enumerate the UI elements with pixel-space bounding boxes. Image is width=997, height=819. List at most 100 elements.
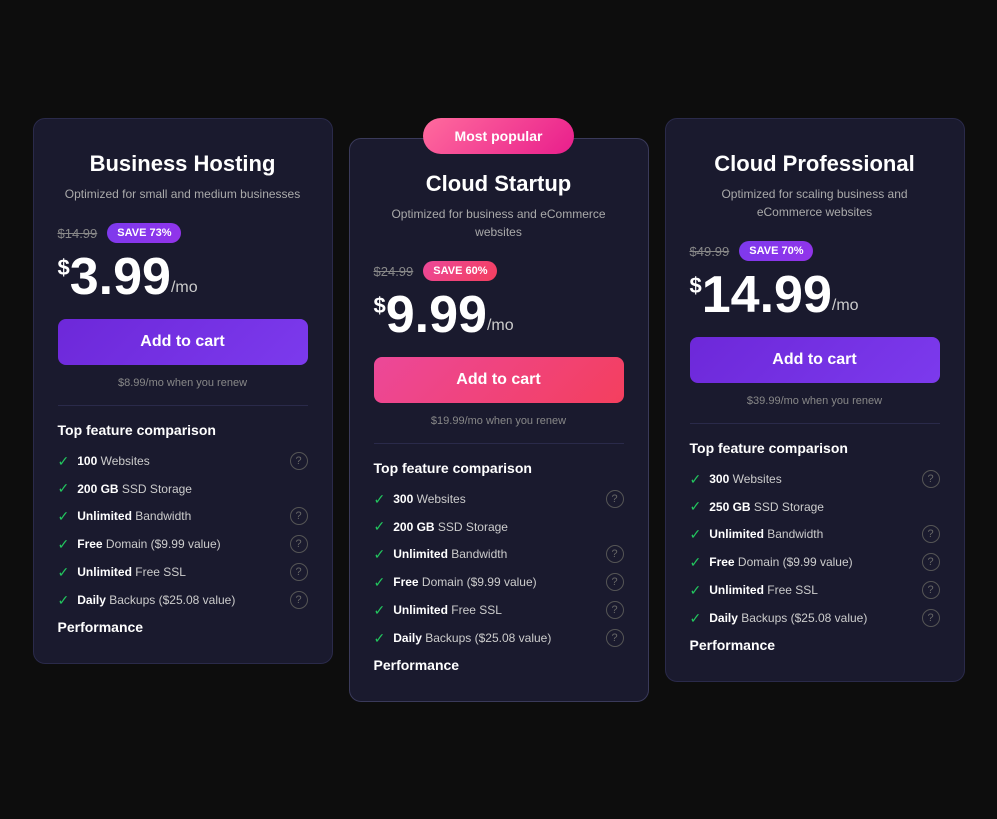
info-icon: ? (290, 563, 308, 581)
feature-item: ✓ Unlimited Bandwidth? (58, 507, 308, 525)
feature-item: ✓300 Websites? (374, 490, 624, 508)
plan-card-business: Business HostingOptimized for small and … (33, 118, 333, 664)
add-to-cart-cloud-startup[interactable]: Add to cart (374, 357, 624, 403)
check-icon: ✓ (690, 554, 702, 571)
divider-cloud-startup (374, 443, 624, 444)
pricing-row-cloud-professional: $49.99SAVE 70% (690, 241, 940, 261)
feature-text: 300 Websites (393, 492, 466, 506)
price-period-cloud-startup: /mo (487, 317, 514, 335)
plan-title-cloud-startup: Cloud Startup (374, 171, 624, 197)
check-icon: ✓ (690, 498, 702, 515)
price-amount-cloud-professional: 14.99 (702, 269, 832, 321)
page-header (20, 56, 977, 78)
feature-item: ✓Free Domain ($9.99 value)? (690, 553, 940, 571)
renew-price-cloud-startup: $19.99/mo when you renew (374, 415, 624, 427)
most-popular-badge: Most popular (423, 118, 575, 154)
feature-item: ✓ Unlimited Bandwidth? (690, 525, 940, 543)
feature-text: Daily Backups ($25.08 value) (709, 611, 867, 625)
info-icon: ? (922, 609, 940, 627)
divider-cloud-professional (690, 423, 940, 424)
original-price-cloud-startup: $24.99 (374, 264, 414, 279)
price-dollar-cloud-professional: $ (690, 275, 702, 297)
original-price-cloud-professional: $49.99 (690, 244, 730, 259)
info-icon: ? (606, 545, 624, 563)
renew-price-business: $8.99/mo when you renew (58, 377, 308, 389)
performance-title-cloud-professional: Performance (690, 637, 940, 653)
check-icon: ✓ (690, 582, 702, 599)
feature-item: ✓ 300 Websites? (690, 470, 940, 488)
check-icon: ✓ (374, 546, 386, 563)
check-icon: ✓ (690, 471, 702, 488)
page-description (20, 56, 977, 78)
price-dollar-business: $ (58, 257, 70, 279)
feature-text: Unlimited Free SSL (709, 583, 818, 597)
performance-title-business: Performance (58, 619, 308, 635)
performance-title-cloud-startup: Performance (374, 657, 624, 673)
check-icon: ✓ (374, 602, 386, 619)
feature-text: 300 Websites (709, 472, 782, 486)
feature-item: ✓ Unlimited Free SSL? (58, 563, 308, 581)
check-icon: ✓ (58, 480, 70, 497)
divider-business (58, 405, 308, 406)
feature-item: ✓Daily Backups ($25.08 value)? (58, 591, 308, 609)
feature-text: Unlimited Free SSL (393, 603, 502, 617)
save-badge-cloud-startup: SAVE 60% (423, 261, 497, 281)
feature-item: ✓ Daily Backups ($25.08 value)? (690, 609, 940, 627)
feature-item: ✓Daily Backups ($25.08 value)? (374, 629, 624, 647)
feature-text: 200 GB SSD Storage (77, 482, 192, 496)
check-icon: ✓ (374, 630, 386, 647)
info-icon: ? (290, 452, 308, 470)
check-icon: ✓ (374, 518, 386, 535)
feature-text: Unlimited Free SSL (77, 565, 186, 579)
price-main-business: $3.99/mo (58, 251, 308, 303)
feature-item: ✓ Unlimited Free SSL? (374, 601, 624, 619)
price-main-cloud-professional: $14.99/mo (690, 269, 940, 321)
feature-text: Unlimited Bandwidth (77, 509, 191, 523)
feature-item: ✓Free Domain ($9.99 value)? (58, 535, 308, 553)
plan-card-cloud-professional: Cloud ProfessionalOptimized for scaling … (665, 118, 965, 682)
info-icon: ? (922, 525, 940, 543)
check-icon: ✓ (58, 564, 70, 581)
popular-badge-wrapper: Most popular (423, 118, 575, 154)
feature-text: 200 GB SSD Storage (393, 520, 508, 534)
info-icon: ? (290, 507, 308, 525)
check-icon: ✓ (58, 508, 70, 525)
check-icon: ✓ (690, 526, 702, 543)
feature-text: 100 Websites (77, 454, 150, 468)
feature-text: Unlimited Bandwidth (393, 547, 507, 561)
check-icon: ✓ (58, 592, 70, 609)
info-icon: ? (290, 591, 308, 609)
add-to-cart-business[interactable]: Add to cart (58, 319, 308, 365)
save-badge-business: SAVE 73% (107, 223, 181, 243)
price-period-business: /mo (171, 279, 198, 297)
add-to-cart-cloud-professional[interactable]: Add to cart (690, 337, 940, 383)
info-icon: ? (606, 601, 624, 619)
features-title-business: Top feature comparison (58, 422, 308, 438)
plan-card-cloud-startup: Cloud StartupOptimized for business and … (349, 138, 649, 702)
feature-item: ✓250 GB SSD Storage (690, 498, 940, 515)
feature-item: ✓100 Websites? (58, 452, 308, 470)
info-icon: ? (922, 581, 940, 599)
pricing-row-business: $14.99 SAVE 73% (58, 223, 308, 243)
feature-text: Daily Backups ($25.08 value) (393, 631, 551, 645)
feature-item: ✓ Unlimited Bandwidth? (374, 545, 624, 563)
feature-item: ✓ 200 GB SSD Storage (58, 480, 308, 497)
feature-item: ✓Free Domain ($9.99 value)? (374, 573, 624, 591)
price-dollar-cloud-startup: $ (374, 295, 386, 317)
plans-container: Business HostingOptimized for small and … (20, 118, 977, 702)
feature-text: Free Domain ($9.99 value) (393, 575, 536, 589)
info-icon: ? (922, 553, 940, 571)
price-period-cloud-professional: /mo (832, 297, 859, 315)
feature-text: Unlimited Bandwidth (709, 527, 823, 541)
info-icon: ? (922, 470, 940, 488)
price-amount-cloud-startup: 9.99 (386, 289, 487, 341)
features-title-cloud-professional: Top feature comparison (690, 440, 940, 456)
check-icon: ✓ (690, 610, 702, 627)
info-icon: ? (290, 535, 308, 553)
original-price-business: $14.99 (58, 226, 98, 241)
pricing-row-cloud-startup: $24.99 SAVE 60% (374, 261, 624, 281)
feature-item: ✓ 200 GB SSD Storage (374, 518, 624, 535)
info-icon: ? (606, 490, 624, 508)
plan-title-cloud-professional: Cloud Professional (690, 151, 940, 177)
features-title-cloud-startup: Top feature comparison (374, 460, 624, 476)
